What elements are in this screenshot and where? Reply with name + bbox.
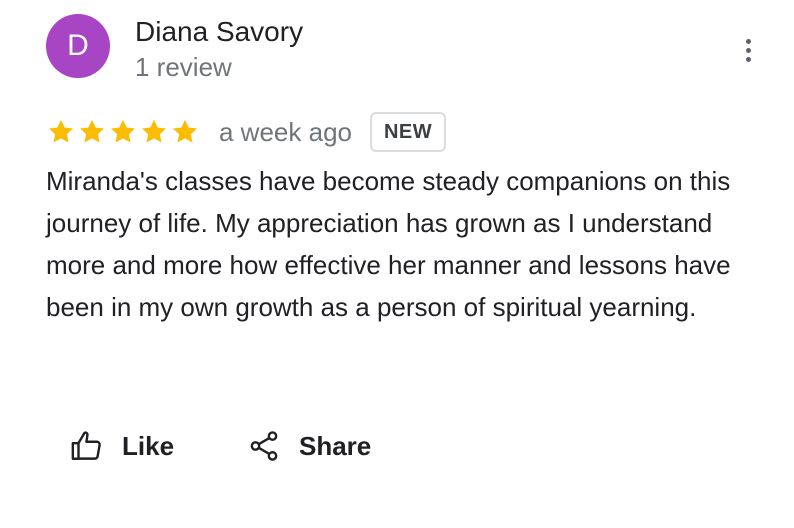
more-vert-icon-dot: [745, 47, 751, 53]
review-date: a week ago: [219, 116, 352, 147]
more-vert-icon-dot: [745, 56, 751, 62]
star-icon: [142, 119, 166, 143]
avatar[interactable]: D: [46, 14, 110, 78]
new-badge: NEW: [369, 112, 447, 152]
rating-row: a week ago NEW: [46, 110, 447, 154]
share-icon: [250, 431, 278, 461]
review-card: D Diana Savory 1 review a week ago NEW M…: [0, 0, 794, 528]
like-button[interactable]: Like: [70, 424, 174, 468]
share-button[interactable]: Share: [247, 424, 371, 468]
star-icon: [49, 119, 73, 143]
thumbs-up-icon: [71, 431, 101, 460]
reviewer-name[interactable]: Diana Savory: [135, 14, 303, 50]
review-text: Miranda's classes have become steady com…: [46, 166, 731, 322]
star-icon: [173, 119, 197, 143]
star-icon: [80, 119, 104, 143]
more-vert-icon: [745, 38, 751, 44]
star-icon: [111, 119, 135, 143]
more-options-button[interactable]: [732, 34, 764, 66]
review-count[interactable]: 1 review: [135, 50, 232, 84]
share-label: Share: [299, 430, 372, 461]
star-rating: [46, 117, 201, 147]
like-label: Like: [122, 430, 175, 461]
